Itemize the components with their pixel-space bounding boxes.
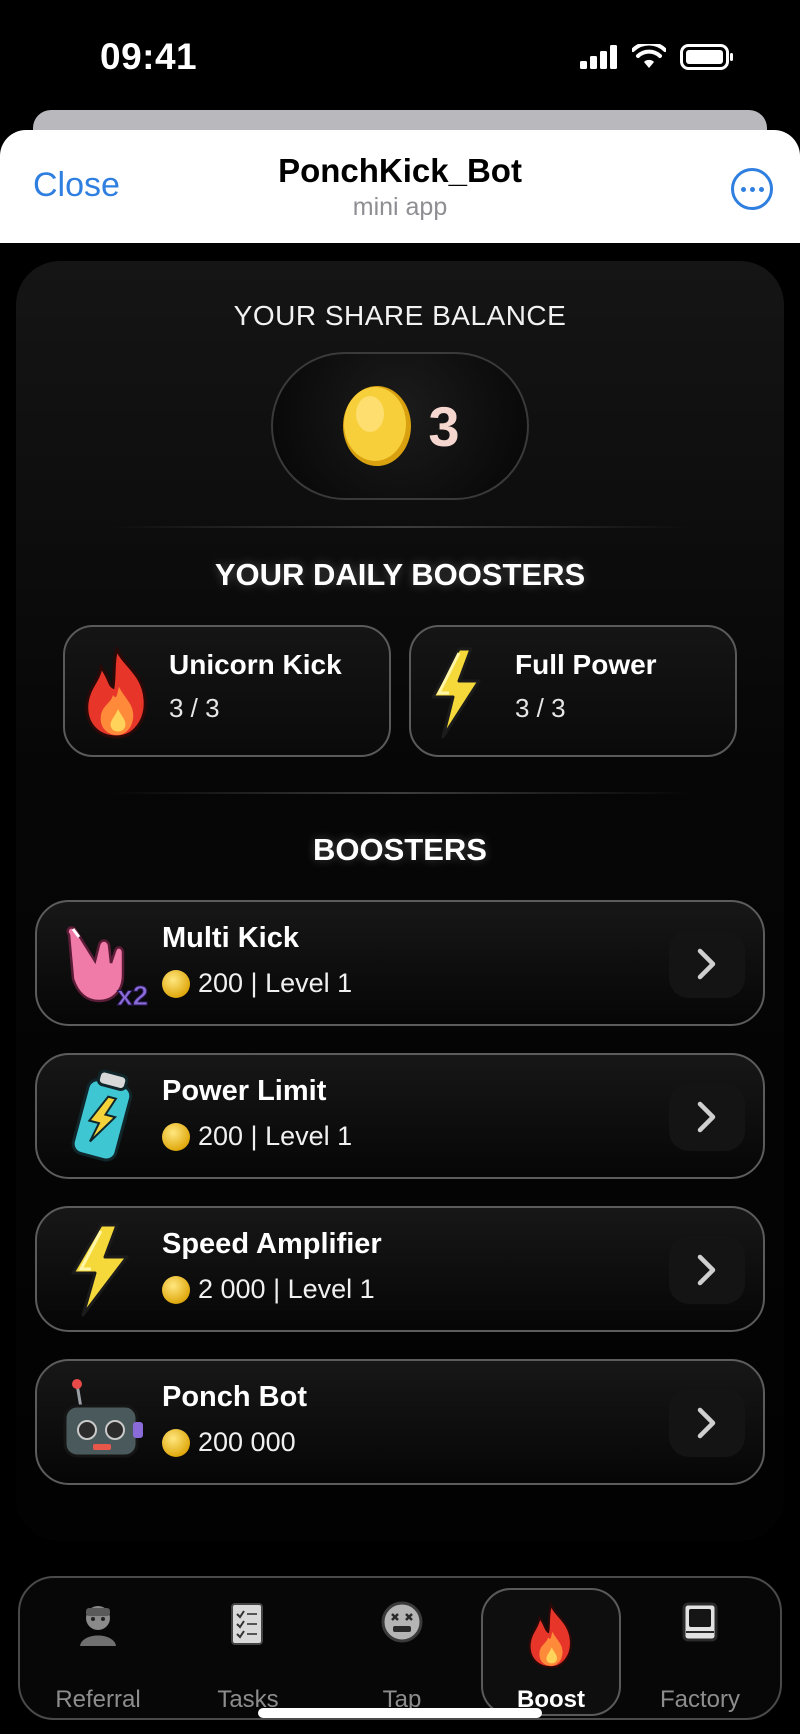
chevron-right-icon[interactable] [669, 930, 745, 998]
booster-multi-kick[interactable]: x2 Multi Kick 200 | Level 1 [35, 900, 765, 1026]
booster-price: 2 000 | Level 1 [162, 1274, 375, 1305]
divider [110, 792, 690, 794]
coin-icon [162, 969, 190, 998]
booster-price-text: 200 000 [198, 1427, 296, 1457]
daily-booster-full-power[interactable]: Full Power 3 / 3 [409, 625, 737, 757]
tab-label: Referral [55, 1686, 141, 1713]
more-dot-icon [758, 186, 764, 192]
booster-price-text: 200 | Level 1 [198, 968, 353, 998]
daily-booster-name: Full Power [515, 649, 657, 680]
booster-name: Power Limit [162, 1075, 327, 1107]
fire-icon [85, 647, 147, 739]
svg-text:x2: x2 [117, 980, 148, 1011]
status-icons [580, 44, 734, 70]
daily-booster-count: 3 / 3 [515, 693, 566, 723]
app-subtitle: mini app [352, 193, 448, 221]
coin-icon [162, 1275, 190, 1304]
tab-boost[interactable]: Boost [481, 1588, 621, 1716]
status-time: 09:41 [100, 36, 198, 77]
daily-booster-count: 3 / 3 [169, 693, 220, 723]
battery-can-icon [71, 1069, 133, 1162]
coin-icon [162, 1122, 190, 1151]
more-options-button[interactable] [731, 168, 773, 210]
chevron-right-icon[interactable] [669, 1236, 745, 1304]
booster-name: Speed Amplifier [162, 1228, 382, 1260]
mini-app-header: Close PonchKick_Bot mini app [0, 130, 800, 243]
app-title: PonchKick_Bot [278, 152, 522, 189]
lightning-icon [431, 647, 481, 739]
boosters-title: BOOSTERS [313, 832, 487, 867]
bottom-tab-bar: Referral Tasks Tap Boost Factory [18, 1576, 782, 1720]
wifi-icon [632, 44, 666, 68]
chevron-right-icon[interactable] [669, 1389, 745, 1457]
daily-booster-unicorn-kick[interactable]: Unicorn Kick 3 / 3 [63, 625, 391, 757]
booster-price: 200 | Level 1 [162, 968, 352, 999]
daily-booster-name: Unicorn Kick [169, 649, 342, 680]
balance-value: 3 [428, 394, 460, 458]
booster-price: 200 000 [162, 1427, 296, 1458]
balance-label: YOUR SHARE BALANCE [233, 300, 567, 331]
referral-icon [80, 1606, 116, 1646]
tab-tasks[interactable]: Tasks [178, 1578, 318, 1718]
booster-name: Ponch Bot [162, 1381, 307, 1413]
chevron-right-icon[interactable] [669, 1083, 745, 1151]
divider [110, 526, 690, 528]
tab-label: Factory [659, 1686, 740, 1713]
tab-referral[interactable]: Referral [28, 1578, 168, 1718]
balance-display: 3 [271, 352, 529, 500]
more-dot-icon [740, 186, 746, 192]
booster-ponch-bot[interactable]: Ponch Bot 200 000 [35, 1359, 765, 1485]
daily-boosters-title: YOUR DAILY BOOSTERS [214, 557, 586, 592]
multi-kick-hand-icon: x2 [66, 926, 149, 1011]
booster-power-limit[interactable]: Power Limit 200 | Level 1 [35, 1053, 765, 1179]
coin-icon [343, 386, 412, 466]
coin-icon [162, 1428, 190, 1457]
booster-price-text: 2 000 | Level 1 [198, 1274, 375, 1304]
more-dot-icon [749, 186, 755, 192]
booster-price: 200 | Level 1 [162, 1121, 352, 1152]
booster-speed-amplifier[interactable]: Speed Amplifier 2 000 | Level 1 [35, 1206, 765, 1332]
status-bar: 09:41 [0, 0, 800, 110]
lightning-icon [71, 1223, 129, 1317]
tasks-icon [231, 1603, 263, 1645]
fire-icon [528, 1602, 572, 1669]
home-indicator[interactable] [258, 1708, 542, 1718]
cellular-signal-icon [580, 45, 617, 69]
tab-tap[interactable]: Tap [332, 1578, 472, 1718]
booster-name: Multi Kick [162, 922, 299, 954]
tap-icon [381, 1601, 423, 1643]
battery-icon [680, 44, 733, 70]
factory-icon [682, 1602, 718, 1642]
booster-price-text: 200 | Level 1 [198, 1121, 353, 1151]
robot-icon [63, 1379, 143, 1458]
tab-factory[interactable]: Factory [630, 1578, 770, 1718]
